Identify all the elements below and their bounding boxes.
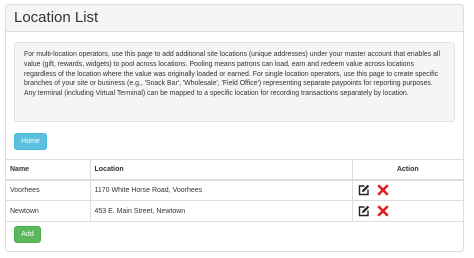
- panel-heading: Location List: [6, 5, 463, 32]
- column-header-name: Name: [6, 159, 90, 181]
- home-button[interactable]: Home: [14, 133, 47, 150]
- add-button[interactable]: Add: [14, 226, 41, 243]
- column-header-action: Action: [351, 159, 463, 181]
- table-header-row: Name Location Action: [6, 159, 463, 181]
- info-description: For multi-location operators, use this p…: [14, 42, 455, 122]
- location-list-panel: Location List For multi-location operato…: [5, 4, 464, 252]
- locations-table: Name Location Action Voorhees 1170 White…: [6, 159, 463, 222]
- delete-icon[interactable]: [377, 184, 389, 196]
- edit-icon[interactable]: [358, 184, 370, 196]
- table-row: Newtown 453 E. Main Street, Newtown: [6, 200, 463, 222]
- delete-icon[interactable]: [377, 205, 389, 217]
- location-address-cell: 1170 White Horse Road, Voorhees: [89, 179, 352, 201]
- column-header-location: Location: [89, 159, 352, 181]
- location-name-cell: Voorhees: [6, 179, 90, 201]
- edit-icon[interactable]: [358, 205, 370, 217]
- location-address-cell: 453 E. Main Street, Newtown: [89, 200, 352, 222]
- table-row: Voorhees 1170 White Horse Road, Voorhees: [6, 179, 463, 201]
- action-cell: [351, 179, 463, 201]
- page-title: Location List: [14, 9, 99, 26]
- location-name-cell: Newtown: [6, 200, 90, 222]
- action-cell: [351, 200, 463, 222]
